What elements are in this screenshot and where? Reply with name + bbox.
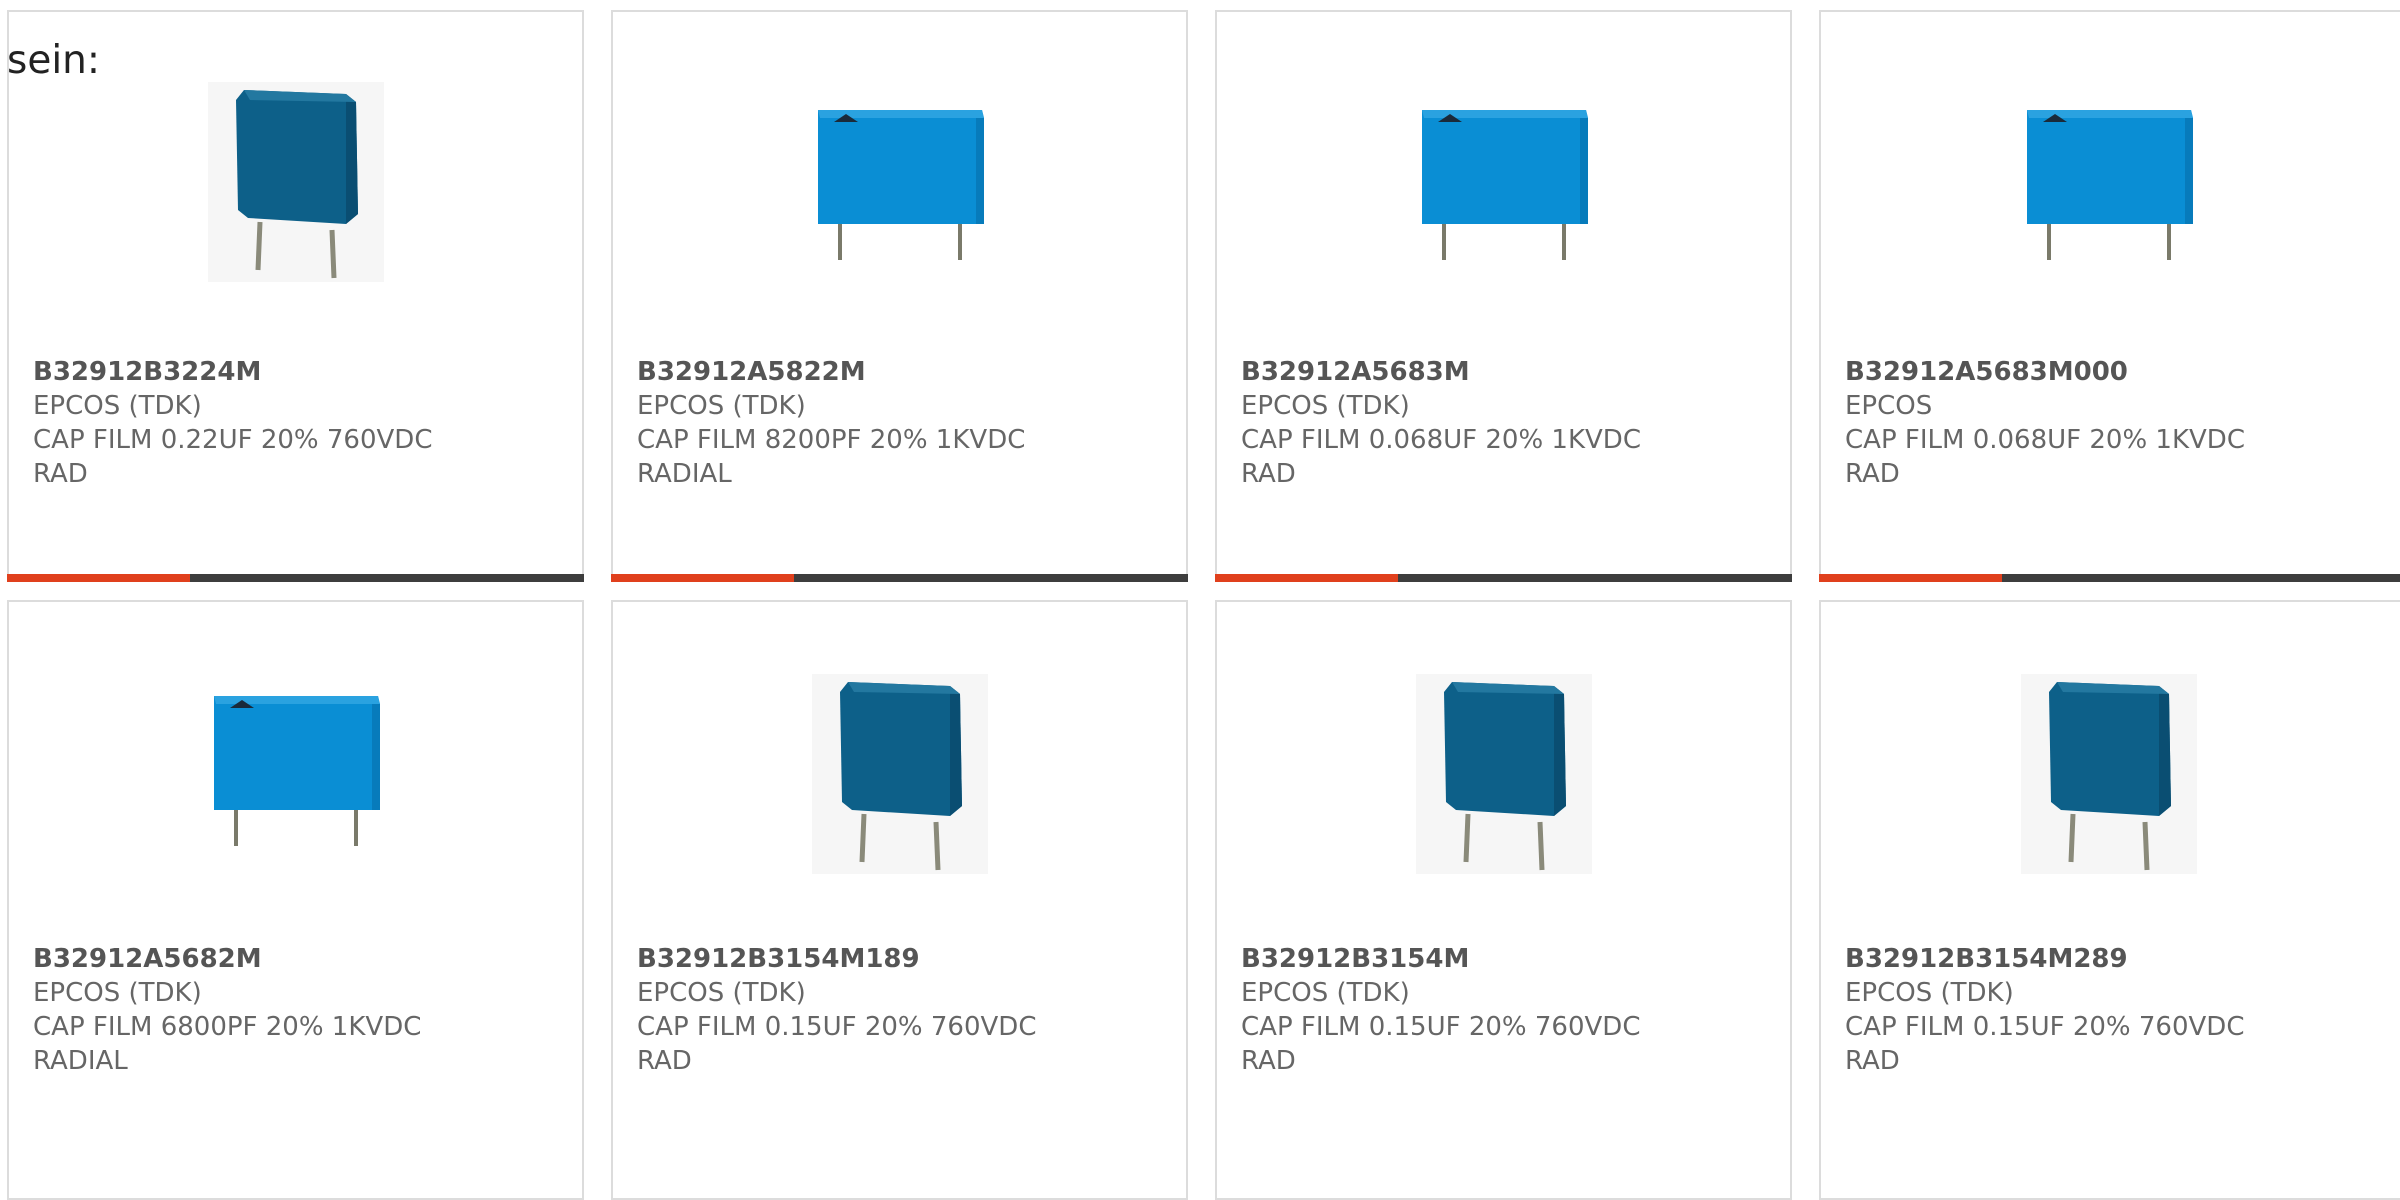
product-image[interactable] — [613, 674, 1186, 889]
capacitor-image-icon — [1421, 110, 1588, 260]
description-line2: RADIAL — [33, 1046, 128, 1076]
part-number-link[interactable]: B32912B3224M — [33, 355, 572, 389]
manufacturer: EPCOS (TDK) — [33, 978, 202, 1008]
card-accent-bar — [7, 574, 190, 582]
part-number-link[interactable]: B32912A5822M — [637, 355, 1176, 389]
capacitor-image-icon — [213, 696, 380, 846]
manufacturer: EPCOS (TDK) — [1845, 978, 2014, 1008]
product-card[interactable]: B32912A5683M EPCOS (TDK) CAP FILM 0.068U… — [1215, 10, 1792, 582]
part-number-link[interactable]: B32912B3154M289 — [1845, 942, 2390, 976]
product-image[interactable] — [1821, 82, 2396, 297]
product-card[interactable]: B32912A5822M EPCOS (TDK) CAP FILM 8200PF… — [611, 10, 1188, 582]
part-number-link[interactable]: B32912B3154M189 — [637, 942, 1176, 976]
product-card[interactable]: B32912A5683M000 EPCOS CAP FILM 0.068UF 2… — [1819, 10, 2400, 582]
part-number-link[interactable]: B32912A5683M — [1241, 355, 1780, 389]
description-line1: CAP FILM 0.22UF 20% 760VDC — [33, 425, 433, 455]
product-info: B32912A5682M EPCOS (TDK) CAP FILM 6800PF… — [33, 942, 572, 1078]
product-info: B32912A5822M EPCOS (TDK) CAP FILM 8200PF… — [637, 355, 1176, 491]
card-accent-bar — [1215, 574, 1398, 582]
description-line2: RAD — [1241, 1046, 1296, 1076]
part-number-link[interactable]: B32912B3154M — [1241, 942, 1780, 976]
part-number-link[interactable]: B32912A5682M — [33, 942, 572, 976]
product-card[interactable]: B32912A5682M EPCOS (TDK) CAP FILM 6800PF… — [7, 600, 584, 1200]
card-accent-bar — [611, 574, 794, 582]
product-info: B32912B3154M289 EPCOS (TDK) CAP FILM 0.1… — [1845, 942, 2390, 1078]
description-line1: CAP FILM 6800PF 20% 1KVDC — [33, 1012, 422, 1042]
card-bottom-bar — [611, 574, 1188, 582]
card-bottom-bar — [1819, 574, 2400, 582]
description-line2: RAD — [1845, 459, 1900, 489]
description-line1: CAP FILM 0.15UF 20% 760VDC — [1845, 1012, 2245, 1042]
product-image[interactable] — [1217, 674, 1790, 889]
product-image[interactable] — [1821, 674, 2396, 889]
description-line1: CAP FILM 0.15UF 20% 760VDC — [637, 1012, 1037, 1042]
description-line1: CAP FILM 0.068UF 20% 1KVDC — [1241, 425, 1641, 455]
product-info: B32912B3154M189 EPCOS (TDK) CAP FILM 0.1… — [637, 942, 1176, 1078]
part-number-link[interactable]: B32912A5683M000 — [1845, 355, 2390, 389]
manufacturer: EPCOS (TDK) — [637, 978, 806, 1008]
lead-text: sein: — [7, 38, 101, 83]
card-bottom-bar — [1215, 574, 1792, 582]
description-line1: CAP FILM 0.068UF 20% 1KVDC — [1845, 425, 2245, 455]
manufacturer: EPCOS (TDK) — [1241, 978, 1410, 1008]
manufacturer: EPCOS (TDK) — [1241, 391, 1410, 421]
description-line2: RAD — [33, 459, 88, 489]
manufacturer: EPCOS — [1845, 391, 1933, 421]
product-info: B32912B3224M EPCOS (TDK) CAP FILM 0.22UF… — [33, 355, 572, 491]
manufacturer: EPCOS (TDK) — [33, 391, 202, 421]
product-image[interactable] — [613, 82, 1186, 297]
description-line1: CAP FILM 8200PF 20% 1KVDC — [637, 425, 1026, 455]
capacitor-image-icon — [811, 674, 988, 874]
capacitor-image-icon — [2020, 674, 2197, 874]
description-line2: RADIAL — [637, 459, 732, 489]
product-card[interactable]: B32912B3154M289 EPCOS (TDK) CAP FILM 0.1… — [1819, 600, 2400, 1200]
product-info: B32912A5683M EPCOS (TDK) CAP FILM 0.068U… — [1241, 355, 1780, 491]
product-info: B32912A5683M000 EPCOS CAP FILM 0.068UF 2… — [1845, 355, 2390, 491]
capacitor-image-icon — [817, 110, 984, 260]
product-card[interactable]: B32912B3154M EPCOS (TDK) CAP FILM 0.15UF… — [1215, 600, 1792, 1200]
manufacturer: EPCOS (TDK) — [637, 391, 806, 421]
capacitor-image-icon — [2026, 110, 2193, 260]
description-line2: RAD — [1845, 1046, 1900, 1076]
product-image[interactable] — [1217, 82, 1790, 297]
product-image[interactable] — [9, 668, 582, 883]
product-card[interactable]: B32912B3154M189 EPCOS (TDK) CAP FILM 0.1… — [611, 600, 1188, 1200]
product-image[interactable] — [9, 82, 582, 297]
description-line2: RAD — [1241, 459, 1296, 489]
capacitor-image-icon — [1415, 674, 1592, 874]
capacitor-image-icon — [207, 82, 384, 282]
description-line1: CAP FILM 0.15UF 20% 760VDC — [1241, 1012, 1641, 1042]
card-bottom-bar — [7, 574, 584, 582]
card-accent-bar — [1819, 574, 2002, 582]
product-card[interactable]: B32912B3224M EPCOS (TDK) CAP FILM 0.22UF… — [7, 10, 584, 582]
product-info: B32912B3154M EPCOS (TDK) CAP FILM 0.15UF… — [1241, 942, 1780, 1078]
product-grid: B32912B3224M EPCOS (TDK) CAP FILM 0.22UF… — [0, 0, 2400, 1200]
description-line2: RAD — [637, 1046, 692, 1076]
